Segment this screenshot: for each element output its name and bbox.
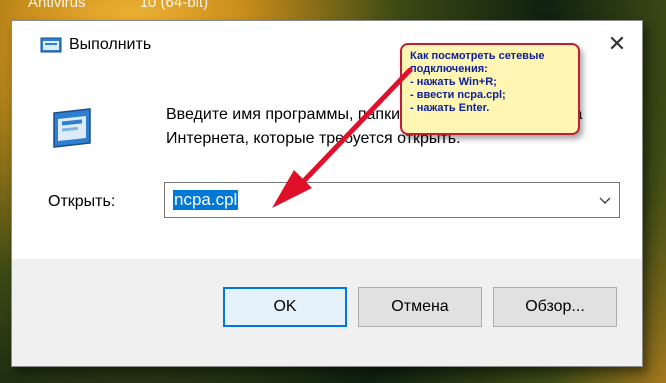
background-text-2: 10 (64-bit) [139,0,209,11]
background-text-1: Antivirus [28,0,86,11]
callout-line: подключения: [410,63,488,75]
background-text: Antivirus 10 (64-bit) [28,0,258,11]
callout-line: - нажать Enter. [410,102,490,114]
cancel-button[interactable]: Отмена [358,287,482,327]
open-combobox[interactable]: ncpa.cpl [164,182,620,218]
open-label: Открыть: [48,193,116,210]
browse-button[interactable]: Обзор... [493,287,617,327]
run-icon [40,37,62,53]
open-input[interactable]: ncpa.cpl [173,190,239,210]
callout-line: Как посмотреть сетевые [410,50,545,62]
close-icon: ✕ [607,31,627,57]
callout-line: - ввести ncpa.cpl; [410,89,506,101]
callout-line: - нажать Win+R; [410,76,497,88]
chevron-down-icon[interactable] [597,192,613,208]
run-large-icon [53,108,91,148]
close-button[interactable]: ✕ [600,27,634,61]
ok-button[interactable]: OK [223,287,347,327]
dialog-title: Выполнить [69,36,152,53]
instruction-callout: Как посмотреть сетевые подключения: - на… [400,43,580,135]
